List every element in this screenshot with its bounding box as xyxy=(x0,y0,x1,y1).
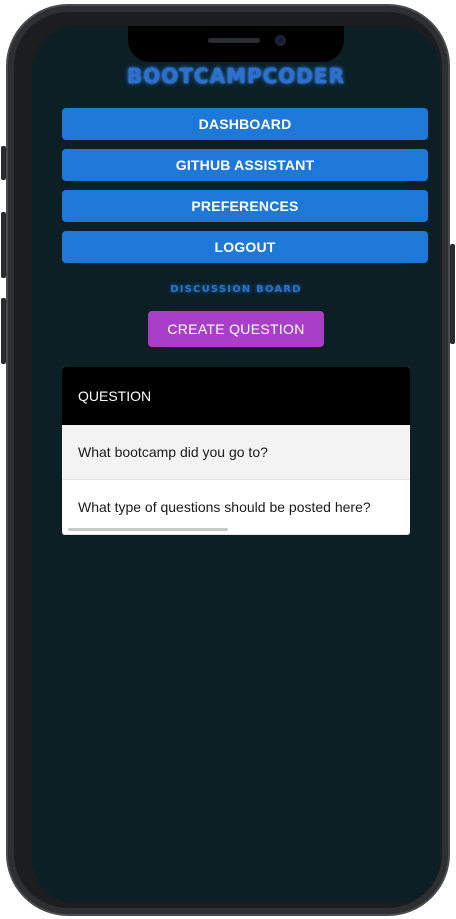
dashboard-button[interactable]: DASHBOARD xyxy=(62,108,428,140)
volume-down-button xyxy=(1,298,6,364)
table-header: QUESTION xyxy=(62,367,410,425)
speaker-grille xyxy=(208,38,260,43)
front-camera-icon xyxy=(275,35,286,46)
main-nav: DASHBOARD GITHUB ASSISTANT PREFERENCES L… xyxy=(62,108,428,272)
horizontal-scrollbar[interactable] xyxy=(68,528,228,531)
preferences-button[interactable]: PREFERENCES xyxy=(62,190,428,222)
mute-switch xyxy=(1,146,6,180)
discussion-board-title: DISCUSSION BOARD xyxy=(170,284,302,295)
logout-button[interactable]: LOGOUT xyxy=(62,231,428,263)
create-question-button[interactable]: CREATE QUESTION xyxy=(148,311,324,347)
app-logo: BOOTCAMPCODER xyxy=(127,64,345,88)
notch xyxy=(128,26,344,62)
github-assistant-button[interactable]: GITHUB ASSISTANT xyxy=(62,149,428,181)
question-row[interactable]: What bootcamp did you go to? xyxy=(62,425,410,480)
questions-table: QUESTION What bootcamp did you go to? Wh… xyxy=(62,367,410,535)
power-button xyxy=(450,244,455,344)
app-screen: BOOTCAMPCODER DASHBOARD GITHUB ASSISTANT… xyxy=(32,26,440,903)
volume-up-button xyxy=(1,212,6,278)
question-row[interactable]: What type of questions should be posted … xyxy=(62,480,410,535)
phone-frame: BOOTCAMPCODER DASHBOARD GITHUB ASSISTANT… xyxy=(1,4,455,916)
